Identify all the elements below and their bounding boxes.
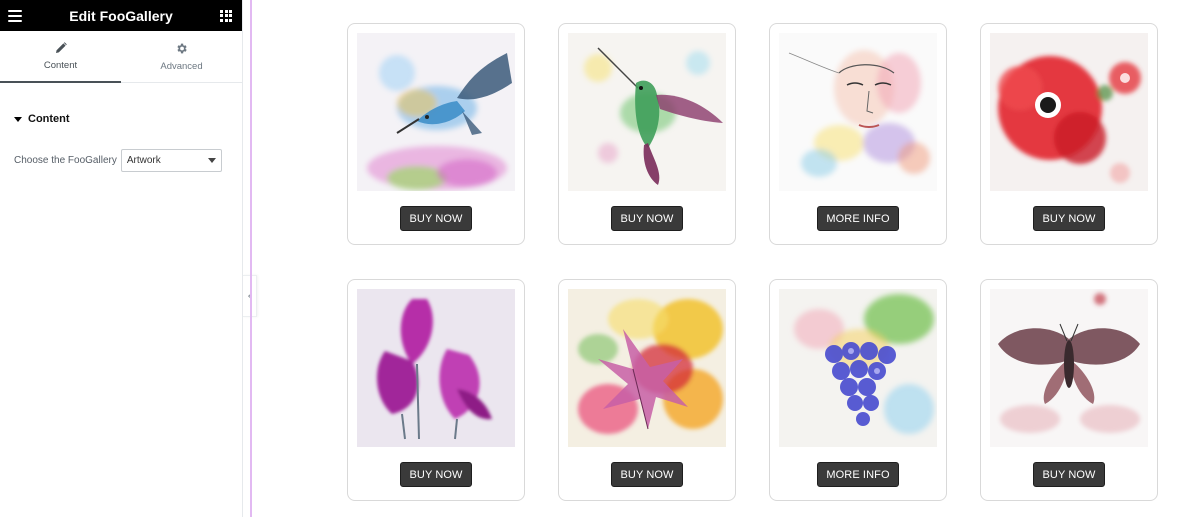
- more-info-button[interactable]: MORE INFO: [817, 206, 899, 231]
- panel-header: Edit FooGallery: [0, 0, 242, 31]
- chevron-down-icon: [207, 158, 216, 163]
- section-title: Content: [28, 113, 70, 125]
- tab-content-label: Content: [43, 60, 78, 71]
- gallery-card[interactable]: BUY NOW: [347, 23, 525, 245]
- gallery-card[interactable]: BUY NOW: [980, 279, 1158, 501]
- panel-tabs: Content Advanced: [0, 31, 242, 83]
- buy-now-button[interactable]: BUY NOW: [611, 462, 683, 487]
- gallery-image-purple-tulips[interactable]: [357, 289, 515, 447]
- gallery-card[interactable]: BUY NOW: [558, 23, 736, 245]
- buy-now-button[interactable]: BUY NOW: [400, 462, 472, 487]
- more-info-button[interactable]: MORE INFO: [817, 462, 899, 487]
- gallery-image-grapes[interactable]: [779, 289, 937, 447]
- content-section-toggle[interactable]: Content: [0, 111, 242, 127]
- gallery-card[interactable]: BUY NOW: [980, 23, 1158, 245]
- gallery-image-hummingbird-2[interactable]: [568, 33, 726, 191]
- gallery-select[interactable]: Artwork: [120, 149, 222, 172]
- gallery-image-moth[interactable]: [990, 289, 1148, 447]
- tab-advanced-label: Advanced: [160, 60, 203, 72]
- gallery-image-hummingbird[interactable]: [357, 33, 515, 191]
- gallery-image-woman-face[interactable]: [779, 33, 937, 191]
- gallery-choice-control: Choose the FooGallery Artwork: [0, 149, 242, 172]
- buy-now-button[interactable]: BUY NOW: [611, 206, 683, 231]
- caret-down-icon: [14, 116, 22, 122]
- widgets-grid-icon[interactable]: [220, 9, 232, 22]
- gallery-image-autumn-leaves[interactable]: [568, 289, 726, 447]
- preview-guide-line: [250, 0, 252, 517]
- hamburger-menu-icon[interactable]: [8, 9, 22, 22]
- gallery-select-value: Artwork: [126, 155, 161, 166]
- gallery-choice-label: Choose the FooGallery: [14, 155, 117, 166]
- gallery-card[interactable]: BUY NOW: [347, 279, 525, 501]
- buy-now-button[interactable]: BUY NOW: [1033, 206, 1105, 231]
- buy-now-button[interactable]: BUY NOW: [1033, 462, 1105, 487]
- gallery-card[interactable]: MORE INFO: [769, 23, 947, 245]
- gear-icon: [175, 42, 188, 55]
- tab-content[interactable]: Content: [0, 31, 121, 83]
- gallery-card[interactable]: MORE INFO: [769, 279, 947, 501]
- gallery-image-red-poppy[interactable]: [990, 33, 1148, 191]
- buy-now-button[interactable]: BUY NOW: [400, 206, 472, 231]
- tab-advanced[interactable]: Advanced: [121, 31, 242, 82]
- gallery-card[interactable]: BUY NOW: [558, 279, 736, 501]
- editor-panel: Edit FooGallery Content Advanced Content…: [0, 0, 243, 517]
- panel-title: Edit FooGallery: [69, 7, 173, 24]
- pencil-icon: [55, 42, 67, 54]
- gallery-grid: BUY NOW BUY NOW MORE INFO BUY NOW BUY NO…: [347, 23, 1159, 501]
